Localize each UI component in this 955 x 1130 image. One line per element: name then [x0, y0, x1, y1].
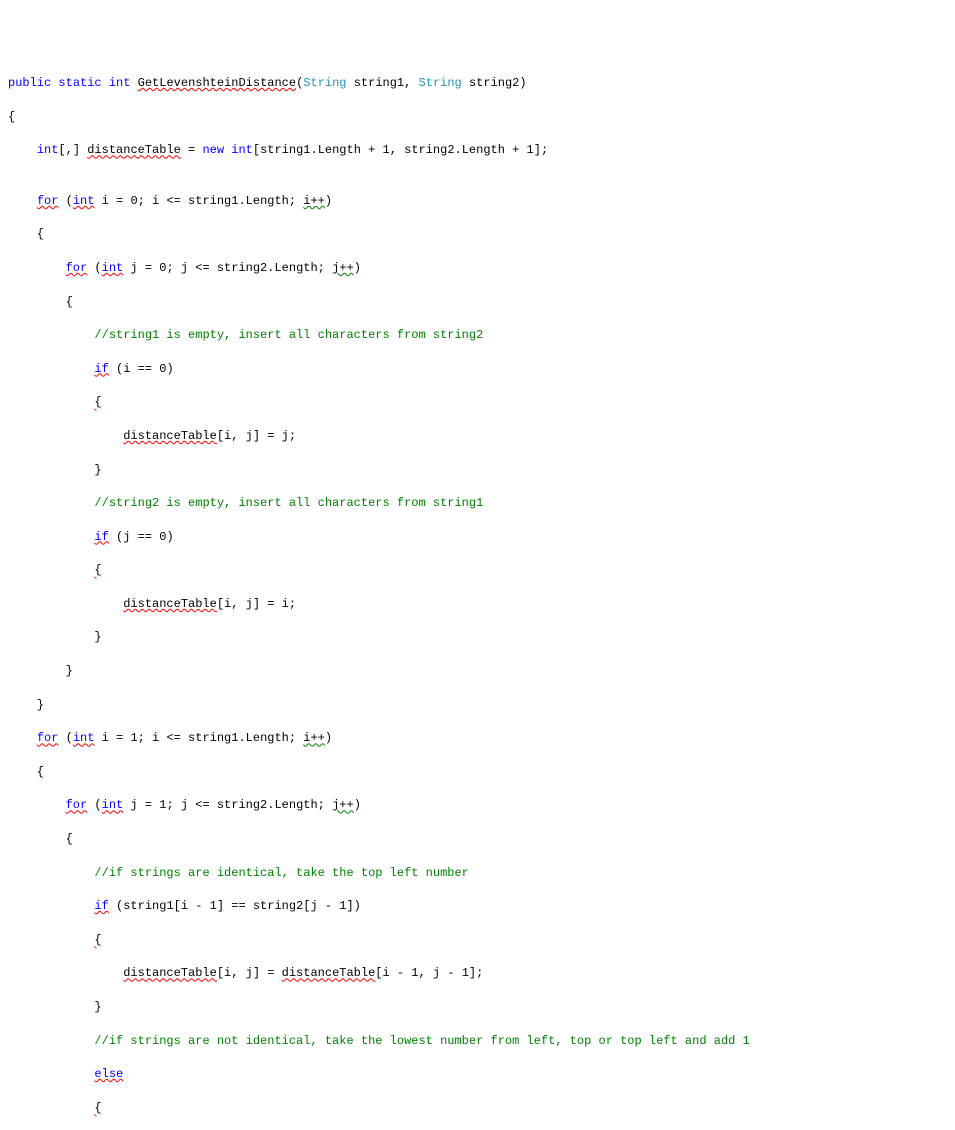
for-cond: i = 0; i <= string1.Length; [94, 194, 303, 208]
code-line-28: distanceTable[i, j] = distanceTable[i - … [8, 965, 947, 982]
comment: //string2 is empty, insert all character… [94, 496, 483, 510]
code-line-22: { [8, 764, 947, 781]
code-line-31: else [8, 1066, 947, 1083]
paren: ( [87, 261, 101, 275]
paren-close: ) [325, 194, 332, 208]
keyword-int: int [231, 143, 253, 157]
paren-close: ) [354, 798, 361, 812]
code-line-13: } [8, 462, 947, 479]
code-line-15: if (j == 0) [8, 529, 947, 546]
code-line-8: { [8, 294, 947, 311]
increment: i++ [303, 194, 325, 208]
code-line-14: //string2 is empty, insert all character… [8, 495, 947, 512]
brace: } [94, 630, 101, 644]
keyword-else: else [94, 1067, 123, 1081]
brace: { [94, 933, 101, 947]
keyword-static: static [58, 76, 101, 90]
keyword-if: if [94, 899, 108, 913]
if-cond: (j == 0) [109, 530, 174, 544]
array-init: [string1.Length + 1, string2.Length + 1]… [253, 143, 548, 157]
code-line-25: //if strings are identical, take the top… [8, 865, 947, 882]
code-line-21: for (int i = 1; i <= string1.Length; i++… [8, 730, 947, 747]
code-line-20: } [8, 697, 947, 714]
for-cond: j = 1; j <= string2.Length; [123, 798, 332, 812]
keyword-for: for [66, 798, 88, 812]
type-string: String [303, 76, 346, 90]
brace: } [94, 1000, 101, 1014]
code-line-9: //string1 is empty, insert all character… [8, 327, 947, 344]
code-line-17: distanceTable[i, j] = i; [8, 596, 947, 613]
for-cond: j = 0; j <= string2.Length; [123, 261, 332, 275]
brace: { [94, 1101, 101, 1115]
brace: } [94, 463, 101, 477]
code-line-24: { [8, 831, 947, 848]
keyword-for: for [37, 194, 59, 208]
increment: i++ [303, 731, 325, 745]
keyword-for: for [37, 731, 59, 745]
code-line-10: if (i == 0) [8, 361, 947, 378]
assign: [i, j] = [217, 966, 282, 980]
if-cond: (i == 0) [109, 362, 174, 376]
brace: { [94, 563, 101, 577]
code-line-23: for (int j = 1; j <= string2.Length; j++… [8, 797, 947, 814]
method-name: GetLevenshteinDistance [138, 76, 296, 90]
code-line-1: public static int GetLevenshteinDistance… [8, 75, 947, 92]
param-string2: string2 [469, 76, 519, 90]
keyword-int: int [102, 261, 124, 275]
type-string: String [419, 76, 462, 90]
paren-close: ) [325, 731, 332, 745]
if-cond: (string1[i - 1] == string2[j - 1]) [109, 899, 361, 913]
array-brackets: [,] [58, 143, 80, 157]
code-line-18: } [8, 629, 947, 646]
code-line-11: { [8, 394, 947, 411]
keyword-int: int [73, 731, 95, 745]
code-block: public static int GetLevenshteinDistance… [8, 75, 947, 1130]
keyword-for: for [66, 261, 88, 275]
code-line-7: for (int j = 0; j <= string2.Length; j++… [8, 260, 947, 277]
var-distanceTable: distanceTable [87, 143, 181, 157]
paren: ( [87, 798, 101, 812]
keyword-public: public [8, 76, 51, 90]
keyword-int: int [109, 76, 131, 90]
code-line-29: } [8, 999, 947, 1016]
comment: //if strings are not identical, take the… [94, 1034, 749, 1048]
keyword-new: new [202, 143, 224, 157]
code-line-19: } [8, 663, 947, 680]
keyword-int: int [102, 798, 124, 812]
brace: { [94, 395, 101, 409]
code-line-27: { [8, 932, 947, 949]
assign: = [181, 143, 203, 157]
keyword-if: if [94, 530, 108, 544]
var-distanceTable: distanceTable [282, 966, 376, 980]
var-distanceTable: distanceTable [123, 597, 217, 611]
code-line-30: //if strings are not identical, take the… [8, 1033, 947, 1050]
increment: j++ [332, 798, 354, 812]
param-string1: string1 [354, 76, 404, 90]
assign: [i, j] = j; [217, 429, 296, 443]
comment: //if strings are identical, take the top… [94, 866, 468, 880]
for-cond: i = 1; i <= string1.Length; [94, 731, 303, 745]
paren-close: ) [354, 261, 361, 275]
keyword-if: if [94, 362, 108, 376]
increment: j++ [332, 261, 354, 275]
code-line-32: { [8, 1100, 947, 1117]
paren: ( [58, 731, 72, 745]
keyword-int: int [37, 143, 59, 157]
var-distanceTable: distanceTable [123, 429, 217, 443]
assign: [i, j] = i; [217, 597, 296, 611]
paren: ( [58, 194, 72, 208]
code-line-26: if (string1[i - 1] == string2[j - 1]) [8, 898, 947, 915]
code-line-12: distanceTable[i, j] = j; [8, 428, 947, 445]
index: [i - 1, j - 1]; [375, 966, 483, 980]
code-line-5: for (int i = 0; i <= string1.Length; i++… [8, 193, 947, 210]
comment: //string1 is empty, insert all character… [94, 328, 483, 342]
keyword-int: int [73, 194, 95, 208]
code-line-6: { [8, 226, 947, 243]
var-distanceTable: distanceTable [123, 966, 217, 980]
code-line-2: { [8, 109, 947, 126]
code-line-3: int[,] distanceTable = new int[string1.L… [8, 142, 947, 159]
